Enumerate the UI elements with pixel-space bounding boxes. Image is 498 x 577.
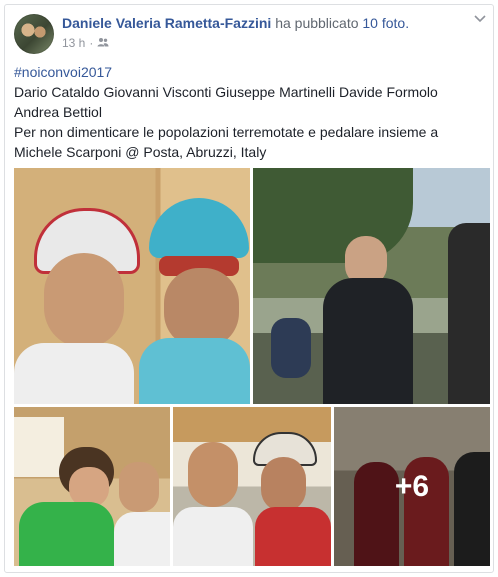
post-text-line: Per non dimenticare le popolazioni terre… <box>14 124 439 140</box>
jersey-left <box>14 343 134 404</box>
hashtag-link[interactable]: #noiconvoi2017 <box>14 62 484 82</box>
photo-tile-5[interactable]: +6 <box>334 407 490 566</box>
rider-jersey-right <box>255 507 331 566</box>
post-text-line: Dario Cataldo Giovanni Visconti Giuseppe… <box>14 84 438 100</box>
jersey-right <box>139 338 250 404</box>
person-helmet-blue <box>149 198 249 258</box>
more-photos-overlay[interactable]: +6 <box>334 407 490 566</box>
sign-board <box>14 417 64 477</box>
rider-right <box>448 223 490 404</box>
post-text-line: Andrea Bettiol <box>14 104 102 120</box>
photos-count-link[interactable]: 10 foto. <box>362 15 409 31</box>
post-header: Daniele Valeria Rametta-Fazzini ha pubbl… <box>62 15 409 31</box>
post-meta: 13 h · <box>62 36 109 50</box>
more-photos-count: +6 <box>394 469 430 503</box>
photo-tile-4[interactable] <box>173 407 331 566</box>
person-face-right <box>164 268 239 348</box>
white-jersey <box>114 512 170 566</box>
post-text-line: Michele Scarponi @ Posta, Abruzzi, Italy <box>14 144 267 160</box>
author-name-link[interactable]: Daniele Valeria Rametta-Fazzini <box>62 15 271 31</box>
seated-person <box>271 318 311 378</box>
photo-tile-2[interactable] <box>253 168 490 404</box>
tree-foliage <box>253 168 413 263</box>
photo-tile-1[interactable] <box>14 168 250 404</box>
person-face-curly <box>69 467 109 507</box>
green-jersey <box>19 502 114 566</box>
post-options-chevron-icon[interactable] <box>474 10 486 26</box>
meta-separator: · <box>89 36 94 50</box>
rider-jersey-left <box>173 507 253 566</box>
post-body: #noiconvoi2017 Dario Cataldo Giovanni Vi… <box>14 62 484 162</box>
friends-icon[interactable] <box>97 36 109 50</box>
rider-face-left <box>188 442 238 507</box>
author-avatar[interactable] <box>14 14 54 54</box>
post-timestamp[interactable]: 13 h <box>62 36 85 50</box>
person-face-left <box>44 253 124 348</box>
photo-tile-3[interactable] <box>14 407 170 566</box>
roof-beam <box>173 407 331 442</box>
older-man-jacket <box>323 278 413 404</box>
post-action-text: ha pubblicato <box>275 15 359 31</box>
rider-face-right <box>261 457 306 512</box>
person-face-second <box>119 462 159 512</box>
